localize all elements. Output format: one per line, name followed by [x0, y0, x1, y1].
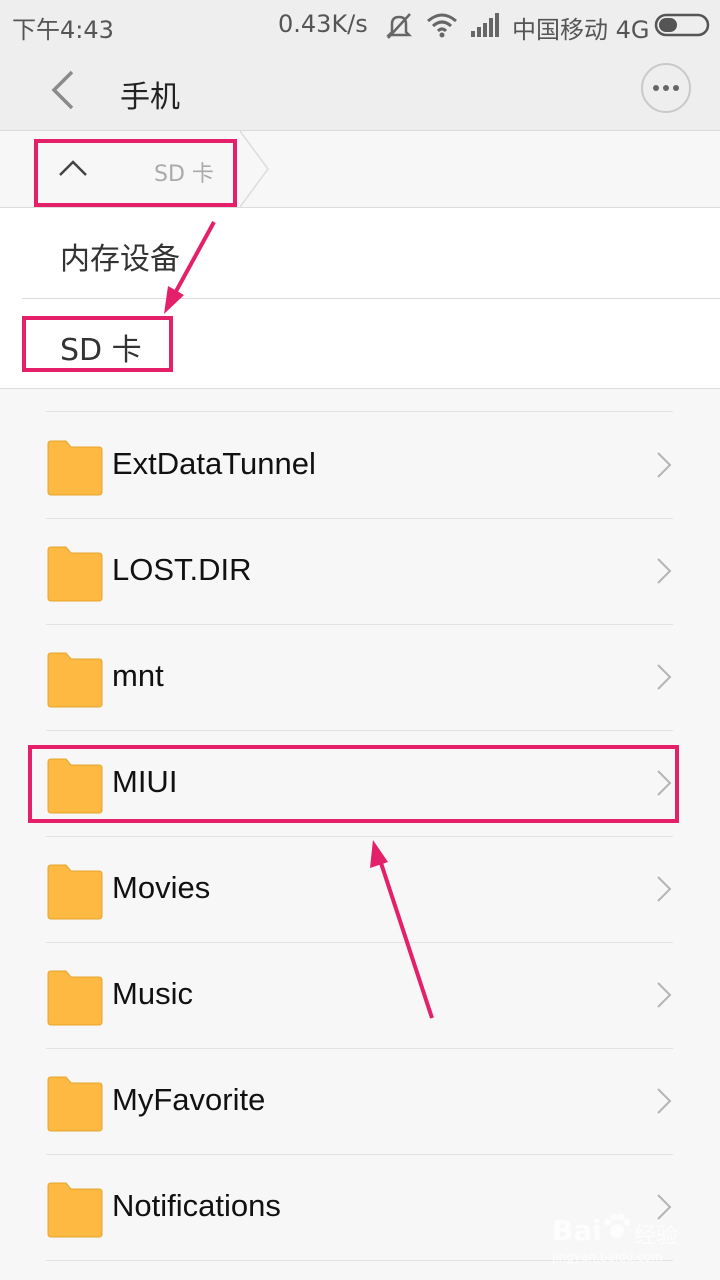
- chevron-right-icon: [656, 557, 672, 589]
- back-button[interactable]: [44, 68, 88, 112]
- list-item[interactable]: MyFavorite: [46, 1048, 673, 1155]
- mute-icon: [384, 12, 414, 46]
- folder-name: mnt: [112, 658, 164, 693]
- wifi-icon: [426, 12, 458, 44]
- folder-icon: [46, 1180, 104, 1238]
- status-time: 下午4:43: [12, 16, 114, 44]
- storage-option-sd-card[interactable]: SD 卡: [22, 299, 720, 388]
- dot-icon: [663, 85, 669, 91]
- title-bar: 手机: [0, 50, 720, 131]
- folder-icon: [46, 1074, 104, 1132]
- carrier-label: 中国移动 4G: [512, 16, 650, 44]
- breadcrumb-storage-toggle[interactable]: SD 卡: [34, 139, 234, 199]
- folder-icon: [46, 650, 104, 708]
- folder-name: Movies: [112, 870, 211, 905]
- folder-name: LOST.DIR: [112, 552, 252, 587]
- storage-dropdown: 内存设备 SD 卡: [0, 208, 720, 389]
- list-item[interactable]: Music: [46, 942, 673, 1049]
- dot-icon: [673, 85, 679, 91]
- storage-option-label: SD 卡: [60, 333, 142, 368]
- chevron-right-icon: [656, 1087, 672, 1119]
- folder-icon: [46, 544, 104, 602]
- dot-icon: [653, 85, 659, 91]
- baidu-watermark: Bai 经验 jingyan.baidu.com: [552, 1210, 682, 1270]
- breadcrumb: SD 卡: [0, 130, 720, 211]
- watermark-url: jingyan.baidu.com: [552, 1250, 663, 1264]
- page-title: 手机: [120, 80, 180, 115]
- folder-icon: [46, 968, 104, 1026]
- folder-icon: [46, 862, 104, 920]
- watermark-sub: 经验: [634, 1224, 679, 1249]
- chevron-right-icon: [656, 451, 672, 483]
- breadcrumb-label: SD 卡: [154, 162, 214, 187]
- folder-list: ExtDataTunnel LOST.DIR mnt MIUI Movies M…: [0, 389, 720, 1280]
- chevron-up-icon: [58, 159, 88, 181]
- list-item[interactable]: Movies: [46, 836, 673, 943]
- storage-option-label: 内存设备: [60, 242, 180, 277]
- network-speed: 0.43K/s: [278, 10, 368, 38]
- chevron-right-icon: [656, 981, 672, 1013]
- chevron-right-icon: [656, 769, 672, 801]
- battery-icon: [654, 13, 710, 43]
- signal-icon: [470, 13, 500, 43]
- folder-name: Music: [112, 976, 193, 1011]
- chevron-right-icon: [656, 875, 672, 907]
- list-item[interactable]: mnt: [46, 624, 673, 731]
- folder-icon: [46, 438, 104, 496]
- folder-name: ExtDataTunnel: [112, 446, 316, 481]
- chevron-right-icon: [656, 663, 672, 695]
- folder-name: Notifications: [112, 1188, 281, 1223]
- more-options-button[interactable]: [641, 63, 691, 113]
- storage-option-internal[interactable]: 内存设备: [22, 208, 720, 297]
- folder-name: MIUI: [112, 764, 178, 799]
- watermark-brand: Bai: [552, 1214, 602, 1247]
- folder-name: MyFavorite: [112, 1082, 266, 1117]
- folder-icon: [46, 756, 104, 814]
- breadcrumb-separator: [236, 130, 272, 211]
- list-item[interactable]: MIUI: [46, 730, 673, 837]
- list-item[interactable]: ExtDataTunnel: [46, 412, 673, 519]
- status-bar: 下午4:43 0.43K/s 中国移动 4G: [0, 0, 720, 50]
- list-item[interactable]: LOST.DIR: [46, 518, 673, 625]
- paw-icon: [602, 1212, 632, 1248]
